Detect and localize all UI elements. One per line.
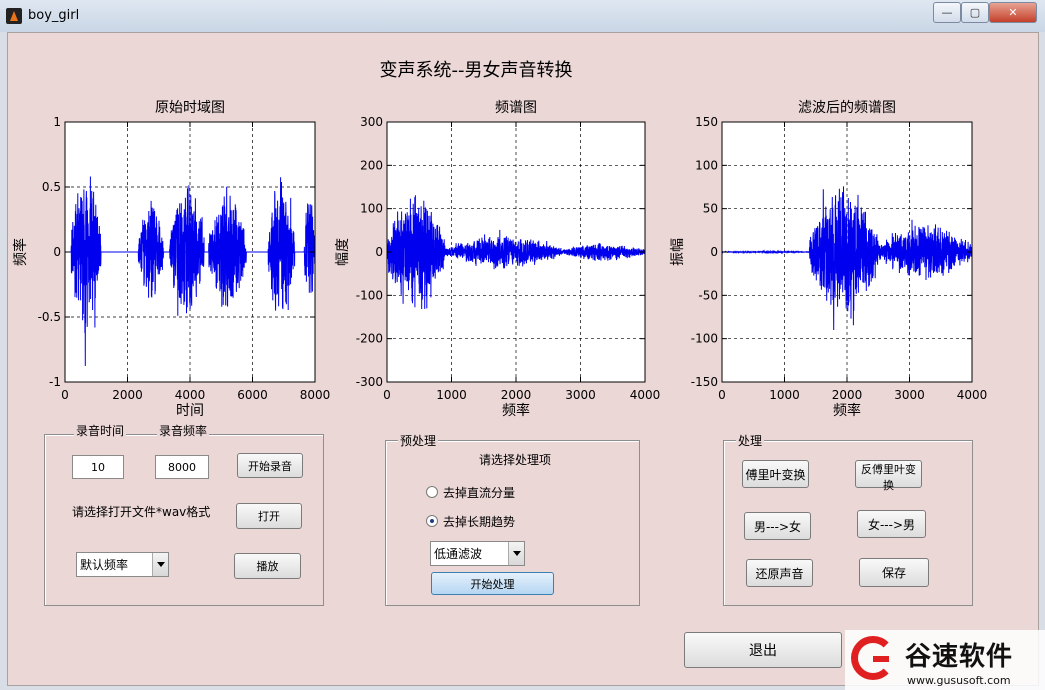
y-tick-label: -200 [356, 332, 383, 346]
x-tick-label: 2000 [832, 388, 863, 402]
y-tick-label: 0 [53, 245, 61, 259]
title-bar: boy_girl — ▢ ✕ [0, 0, 1045, 32]
y-tick-label: -1 [49, 375, 61, 389]
y-tick-label: 100 [360, 202, 383, 216]
close-button[interactable]: ✕ [989, 2, 1037, 23]
page-title: 变声系统--男女声音转换 [379, 60, 573, 81]
filter-select[interactable]: 低通滤波 [430, 541, 525, 566]
open-button[interactable]: 打开 [236, 503, 302, 529]
y-tick-label: -50 [698, 288, 718, 302]
remove-trend-label[interactable]: 去掉长期趋势 [443, 513, 515, 530]
x-tick-label: 2000 [501, 388, 532, 402]
x-tick-label: 2000 [112, 388, 143, 402]
open-file-hint: 请选择打开文件*wav格式 [72, 505, 211, 519]
x-tick-label: 1000 [436, 388, 467, 402]
remove-trend-radio[interactable] [426, 515, 438, 527]
y-tick-label: -300 [356, 375, 383, 389]
y-tick-label: 300 [360, 115, 383, 129]
preprocess-panel-title: 预处理 [398, 432, 439, 449]
time-domain-chart: 0 2000 4000 6000 8000 -1 -0.5 0 0.5 1 原始时域图时间 频率 [10, 92, 340, 422]
y-tick-label: 100 [695, 158, 718, 172]
y-axis-label: 振幅 [670, 238, 686, 266]
y-tick-label: -150 [691, 375, 718, 389]
y-tick-label: 1 [53, 115, 61, 129]
minimize-button[interactable]: — [933, 2, 961, 23]
y-tick-label: -0.5 [38, 310, 61, 324]
y-axis-label: 幅度 [335, 238, 351, 266]
x-tick-label: 3000 [894, 388, 925, 402]
x-tick-label: 4000 [175, 388, 206, 402]
y-tick-label: -100 [691, 332, 718, 346]
record-rate-label: 录音频率 [157, 422, 210, 439]
x-axis-label: 频率 [833, 402, 861, 419]
watermark-name: 谷速软件 [905, 642, 1014, 672]
save-button[interactable]: 保存 [859, 558, 929, 587]
filtered-spectrum-chart: 0 1000 2000 3000 4000 -150 -100 -50 0 50 100 150 滤波后… [665, 92, 995, 422]
chevron-down-icon [152, 553, 168, 576]
remove-dc-radio[interactable] [426, 486, 438, 498]
window-title: boy_girl [28, 8, 80, 23]
x-tick-label: 4000 [957, 388, 988, 402]
x-tick-label: 6000 [237, 388, 268, 402]
record-rate-input[interactable] [155, 455, 209, 479]
time-domain-plot: 0 2000 4000 6000 8000 -1 -0.5 0 0.5 1 原始时域图时间 频率 [12, 100, 331, 419]
record-time-label: 录音时间 [74, 422, 127, 439]
chart-title: 频谱图 [495, 100, 537, 116]
record-time-input[interactable] [72, 455, 124, 479]
chart-title: 滤波后的频谱图 [798, 100, 896, 116]
y-tick-label: -100 [356, 288, 383, 302]
x-tick-label: 0 [718, 388, 726, 402]
y-tick-label: 0.5 [42, 180, 61, 194]
brand-g-icon [851, 636, 895, 680]
y-tick-label: 0 [375, 245, 383, 259]
x-axis-label: 时间 [176, 403, 204, 419]
male-to-female-button[interactable]: 男--->女 [744, 512, 811, 540]
frequency-select[interactable]: 默认频率 [76, 552, 169, 577]
y-tick-label: 200 [360, 158, 383, 172]
app-window: boy_girl — ▢ ✕ 变声系统--男女声音转换 0 2000 4000 600… [0, 0, 1045, 690]
frequency-select-value: 默认频率 [80, 558, 129, 572]
filter-select-value: 低通滤波 [434, 547, 483, 561]
exit-button[interactable]: 退出 [684, 632, 842, 668]
y-tick-label: 150 [695, 115, 718, 129]
x-tick-label: 0 [383, 388, 391, 402]
play-button[interactable]: 播放 [234, 553, 301, 579]
chevron-down-icon [508, 542, 524, 565]
x-axis-label: 频率 [502, 402, 530, 419]
maximize-button[interactable]: ▢ [961, 2, 989, 23]
restore-button[interactable]: 还原声音 [746, 559, 813, 587]
preprocess-prompt: 请选择处理项 [479, 453, 552, 467]
remove-dc-label[interactable]: 去掉直流分量 [443, 484, 515, 501]
watermark-logo: 谷速软件 www.gususoft.com [845, 630, 1045, 690]
filtered-spectrum-plot: 0 1000 2000 3000 4000 -150 -100 -50 0 50 100 150 滤波后… [670, 100, 988, 419]
spectrum-plot: 0 1000 2000 3000 4000 -300 -200 -100 0 100 200 300 频… [335, 100, 661, 419]
spectrum-chart: 0 1000 2000 3000 4000 -300 -200 -100 0 100 200 300 频… [330, 92, 665, 422]
ifft-button[interactable]: 反傅里叶变换 [855, 460, 922, 492]
start-process-button[interactable]: 开始处理 [431, 572, 554, 595]
y-tick-label: 50 [703, 202, 718, 216]
x-tick-label: 1000 [769, 388, 800, 402]
female-to-male-button[interactable]: 女--->男 [857, 510, 926, 538]
matlab-icon [6, 8, 22, 24]
x-tick-label: 0 [61, 388, 69, 402]
y-tick-label: 0 [710, 245, 718, 259]
x-tick-label: 3000 [565, 388, 596, 402]
watermark-url: www.gususoft.com [907, 674, 1011, 687]
start-record-button[interactable]: 开始录音 [237, 453, 303, 478]
y-axis-label: 频率 [12, 238, 29, 266]
fft-button[interactable]: 傅里叶变换 [742, 460, 809, 488]
process-panel-title: 处理 [736, 432, 765, 449]
chart-title: 原始时域图 [155, 100, 225, 116]
x-tick-label: 4000 [630, 388, 661, 402]
x-tick-label: 8000 [300, 388, 331, 402]
